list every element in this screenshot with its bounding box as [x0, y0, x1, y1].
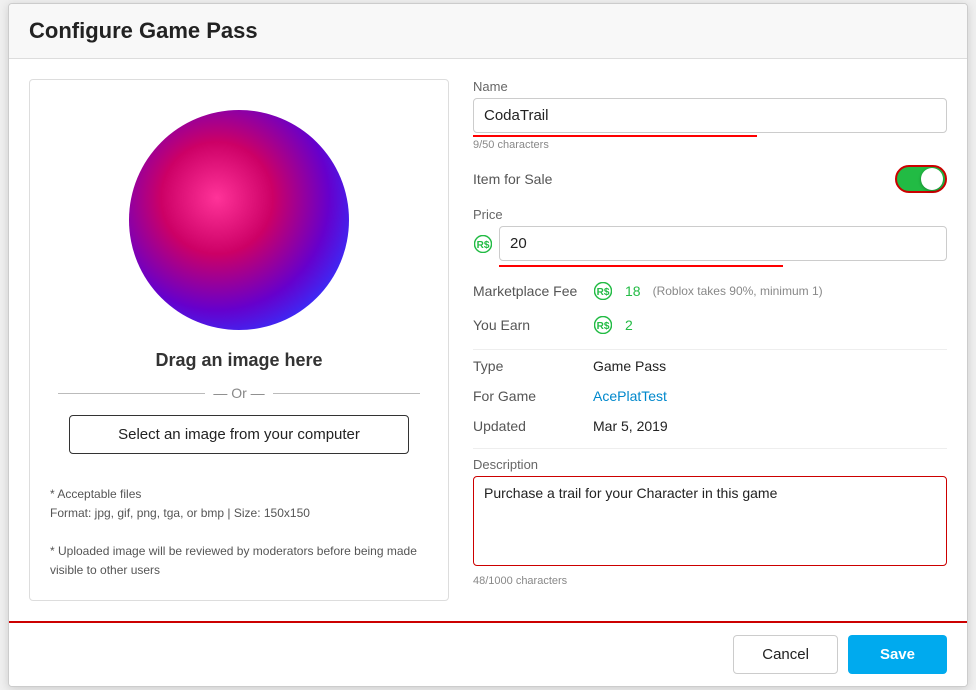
name-field-group: Name 9/50 characters — [473, 79, 947, 151]
you-earn-value-wrapper: R$ 2 — [593, 315, 633, 335]
name-label: Name — [473, 79, 947, 94]
name-input[interactable] — [473, 98, 947, 133]
marketplace-fee-value-wrapper: R$ 18 (Roblox takes 90%, minimum 1) — [593, 281, 823, 301]
select-image-button[interactable]: Select an image from your computer — [69, 415, 409, 454]
svg-text:R$: R$ — [477, 240, 490, 251]
configure-game-pass-dialog: Configure Game Pass Drag an image here —… — [8, 3, 968, 687]
for-game-value[interactable]: AcePlatTest — [593, 388, 667, 404]
item-for-sale-label: Item for Sale — [473, 171, 552, 187]
footer-line1: * Acceptable files — [50, 487, 141, 501]
type-value: Game Pass — [593, 358, 666, 374]
price-label: Price — [473, 207, 947, 222]
svg-text:R$: R$ — [597, 321, 610, 332]
item-for-sale-row: Item for Sale — [473, 165, 947, 193]
drag-text: Drag an image here — [155, 350, 322, 371]
name-char-count: 9/50 characters — [473, 139, 947, 151]
marketplace-fee-value: 18 — [625, 283, 641, 299]
type-row: Type Game Pass — [473, 358, 947, 374]
item-for-sale-toggle[interactable] — [895, 165, 947, 193]
image-preview — [129, 110, 349, 330]
toggle-knob — [921, 168, 943, 190]
for-game-row: For Game AcePlatTest — [473, 388, 947, 404]
type-label: Type — [473, 358, 593, 374]
for-game-label: For Game — [473, 388, 593, 404]
acceptable-files-note: * Acceptable files Format: jpg, gif, png… — [50, 485, 428, 523]
or-divider: — Or — — [50, 385, 428, 401]
config-form-panel: Name 9/50 characters Item for Sale Price — [473, 79, 947, 601]
name-error-underline — [473, 135, 757, 137]
you-earn-robux-icon: R$ — [593, 315, 613, 335]
marketplace-fee-note: (Roblox takes 90%, minimum 1) — [653, 284, 823, 298]
robux-icon: R$ — [473, 234, 493, 254]
price-row: R$ — [473, 226, 947, 261]
section-divider — [473, 349, 947, 350]
dialog-body: Drag an image here — Or — Select an imag… — [9, 59, 967, 621]
description-field-group: Description Purchase a trail for your Ch… — [473, 457, 947, 587]
marketplace-fee-row: Marketplace Fee R$ 18 (Roblox takes 90%,… — [473, 281, 947, 301]
price-field-group: Price R$ — [473, 207, 947, 267]
upload-footer-notes: * Acceptable files Format: jpg, gif, png… — [50, 465, 428, 580]
description-label: Description — [473, 457, 947, 472]
description-textarea[interactable]: Purchase a trail for your Character in t… — [473, 476, 947, 566]
image-upload-panel: Drag an image here — Or — Select an imag… — [29, 79, 449, 601]
marketplace-robux-icon: R$ — [593, 281, 613, 301]
updated-label: Updated — [473, 418, 593, 434]
updated-value: Mar 5, 2019 — [593, 418, 668, 434]
updated-row: Updated Mar 5, 2019 — [473, 418, 947, 434]
save-button[interactable]: Save — [848, 635, 947, 674]
you-earn-label: You Earn — [473, 317, 593, 333]
section-divider-2 — [473, 448, 947, 449]
svg-text:R$: R$ — [597, 287, 610, 298]
description-char-count: 48/1000 characters — [473, 575, 947, 587]
you-earn-row: You Earn R$ 2 — [473, 315, 947, 335]
dialog-title: Configure Game Pass — [9, 4, 967, 59]
cancel-button[interactable]: Cancel — [733, 635, 838, 674]
price-error-underline — [499, 265, 783, 267]
dialog-footer: Cancel Save — [9, 621, 967, 686]
you-earn-value: 2 — [625, 317, 633, 333]
moderation-note: * Uploaded image will be reviewed by mod… — [50, 542, 428, 580]
price-input[interactable] — [499, 226, 947, 261]
footer-line2: Format: jpg, gif, png, tga, or bmp | Siz… — [50, 506, 310, 520]
marketplace-fee-label: Marketplace Fee — [473, 283, 593, 299]
